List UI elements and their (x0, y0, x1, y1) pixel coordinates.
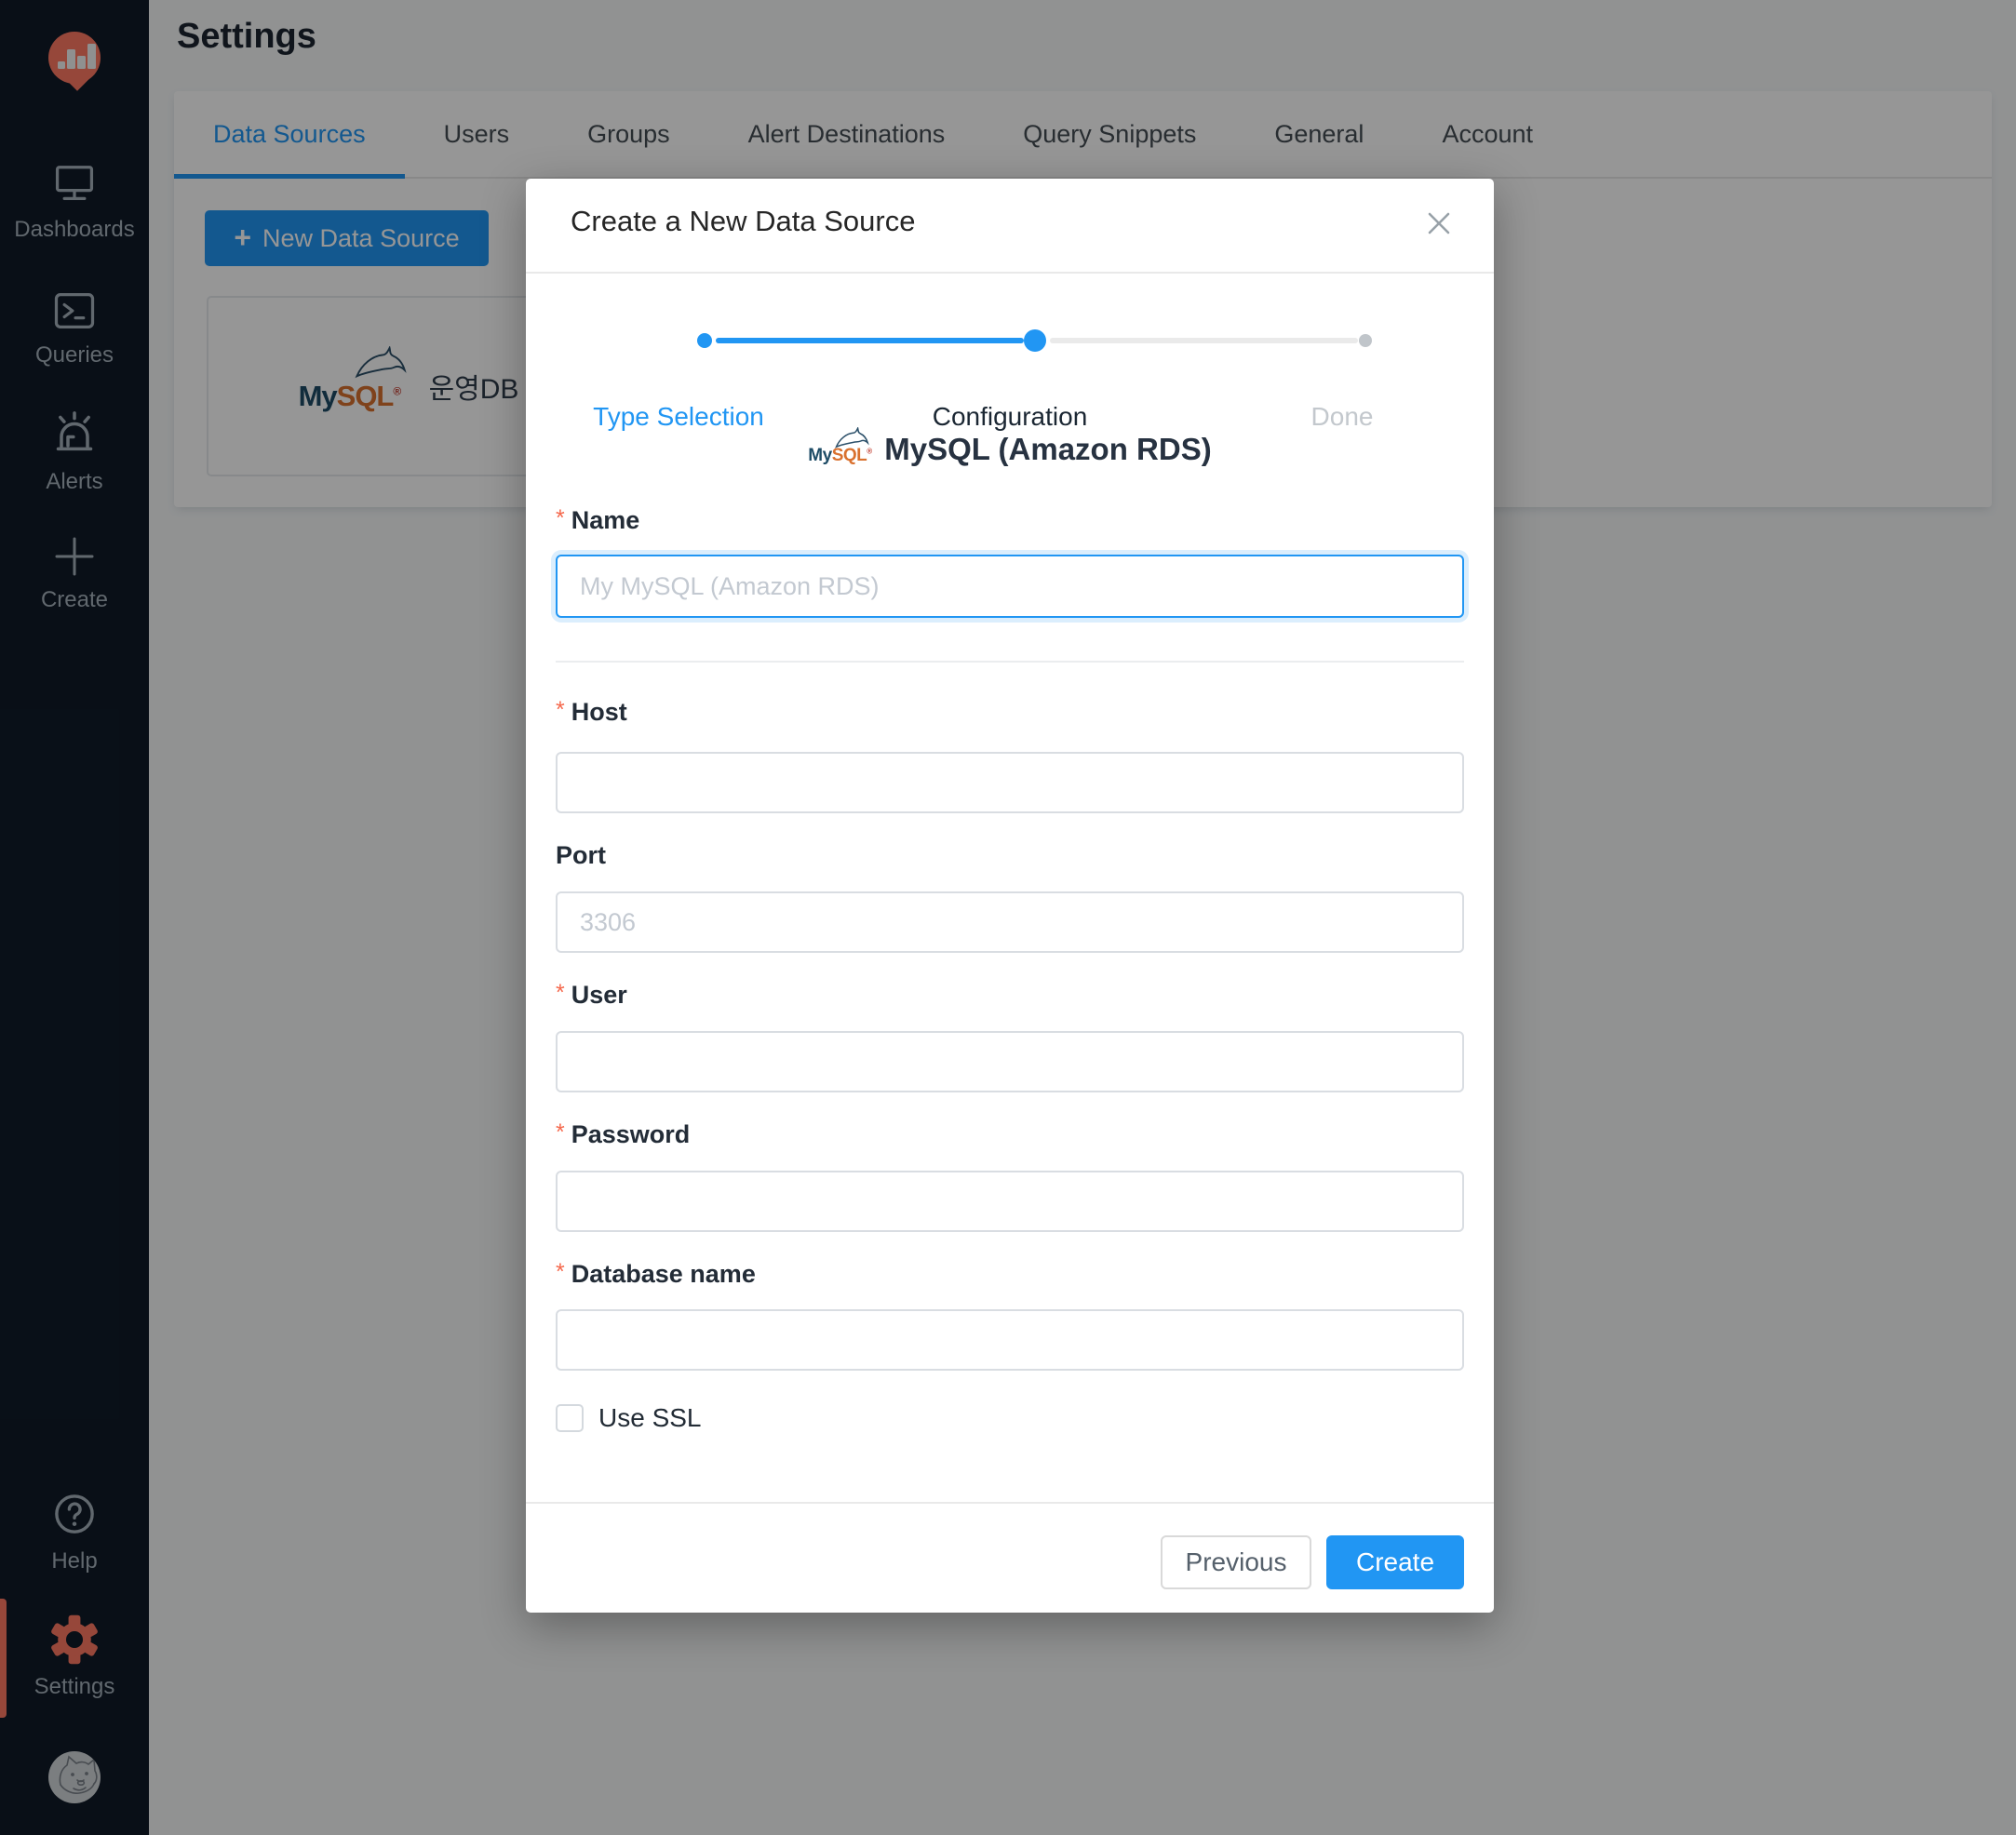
modal-title: Create a New Data Source (571, 205, 915, 238)
name-input[interactable] (556, 555, 1464, 618)
mysql-logo-small: MySQL® (808, 433, 869, 466)
step-line-done (716, 338, 1024, 343)
create-button[interactable]: Create (1326, 1535, 1464, 1589)
host-label: *Host (556, 698, 627, 727)
form-divider (556, 661, 1464, 663)
mysql-wordmark: MySQL® (808, 446, 871, 466)
step-dot-type-selection (697, 333, 712, 348)
use-ssl-checkbox-row[interactable]: Use SSL (556, 1403, 702, 1433)
step-dot-configuration (1024, 329, 1046, 352)
user-label: *User (556, 981, 627, 1010)
password-input[interactable] (556, 1171, 1464, 1232)
database-name-label: *Database name (556, 1260, 756, 1289)
create-data-source-modal: Create a New Data Source Type Selection … (526, 179, 1494, 1613)
required-mark: * (556, 980, 565, 1006)
name-label: *Name (556, 506, 639, 535)
use-ssl-label: Use SSL (598, 1403, 702, 1433)
datasource-type-name: MySQL (Amazon RDS) (884, 432, 1211, 467)
modal-header-divider (526, 272, 1494, 274)
required-mark: * (556, 697, 565, 723)
user-input[interactable] (556, 1031, 1464, 1092)
step-label-done: Done (1311, 402, 1374, 432)
required-mark: * (556, 505, 565, 531)
database-name-input[interactable] (556, 1309, 1464, 1371)
port-input[interactable] (556, 891, 1464, 953)
close-icon[interactable] (1421, 207, 1457, 242)
step-label-configuration: Configuration (933, 402, 1088, 432)
password-label: *Password (556, 1120, 690, 1149)
datasource-type-heading: MySQL® MySQL (Amazon RDS) (526, 432, 1494, 467)
host-input[interactable] (556, 752, 1464, 813)
required-mark: * (556, 1259, 565, 1285)
step-label-type-selection[interactable]: Type Selection (593, 402, 764, 432)
port-label: Port (556, 841, 606, 870)
app-root: Dashboards Queries Alerts Create Help Se… (0, 0, 2016, 1835)
modal-footer-divider (526, 1502, 1494, 1504)
required-mark: * (556, 1119, 565, 1145)
step-line-pending (1050, 338, 1358, 343)
use-ssl-checkbox[interactable] (556, 1404, 584, 1432)
previous-button[interactable]: Previous (1161, 1535, 1311, 1589)
step-dot-done (1359, 334, 1372, 347)
